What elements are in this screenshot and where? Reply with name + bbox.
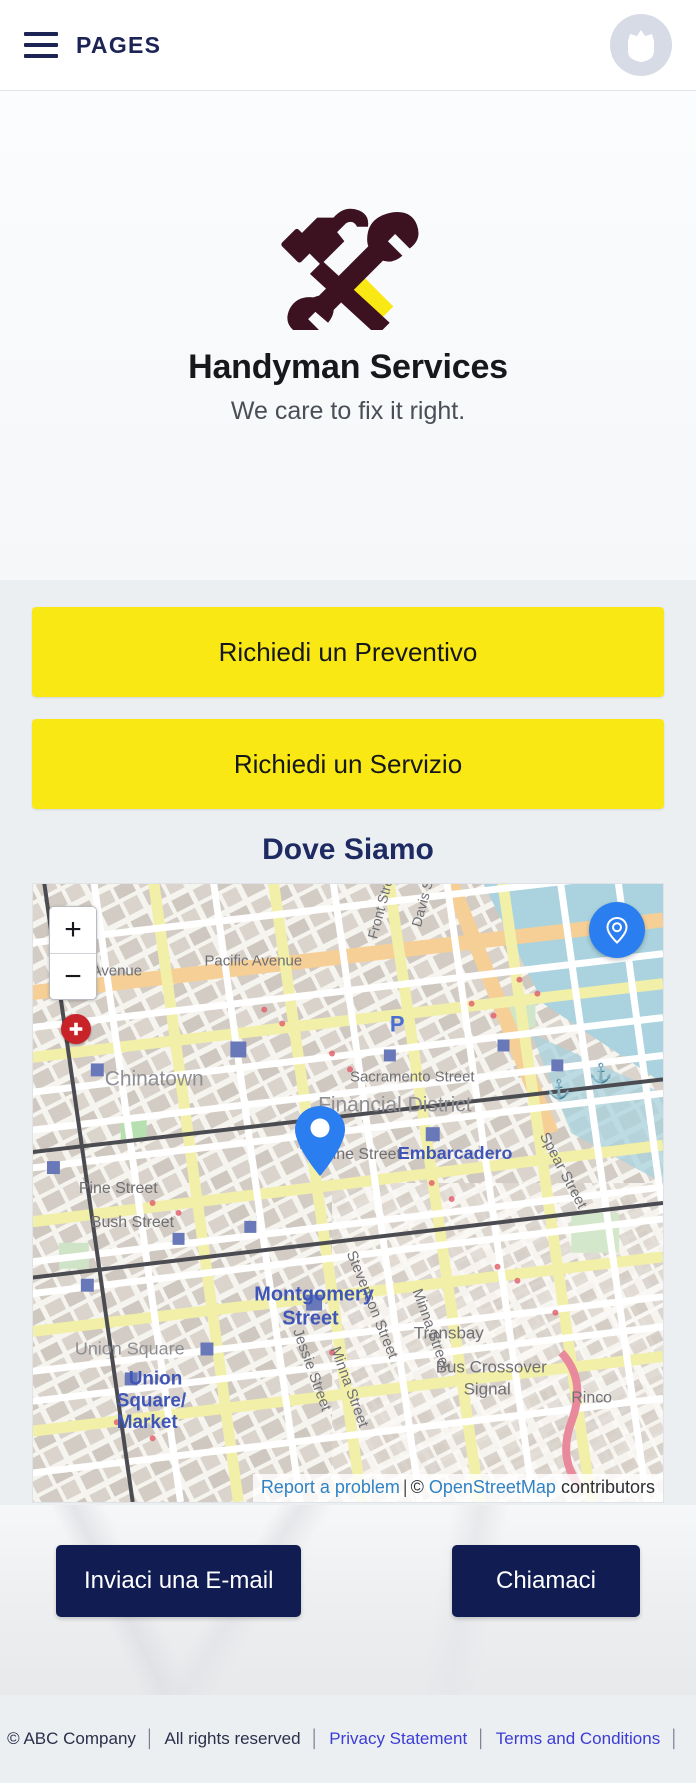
svg-text:Bush Street: Bush Street	[91, 1214, 175, 1231]
svg-text:Pine Street: Pine Street	[79, 1180, 158, 1197]
hero-subtitle: We care to fix it right.	[230, 397, 466, 425]
attribution-suffix: contributors	[560, 1477, 655, 1497]
svg-text:Montgomery: Montgomery	[254, 1284, 374, 1306]
svg-text:⚓: ⚓	[589, 1061, 613, 1084]
footer-copyright: © ABC Company	[7, 1729, 136, 1748]
svg-text:Sacramento Street: Sacramento Street	[350, 1068, 475, 1085]
contact-buttons-row: Inviaci una E-mail Chiamaci	[0, 1505, 696, 1617]
svg-text:Rinco: Rinco	[571, 1389, 612, 1406]
map-tiles[interactable]: P ⚓ ⚓ Pacific Avenue k Avenue Sacramento…	[33, 884, 663, 1502]
send-email-button[interactable]: Inviaci una E-mail	[56, 1545, 302, 1617]
svg-text:Chinatown: Chinatown	[105, 1067, 204, 1090]
request-quote-button[interactable]: Richiedi un Preventivo	[32, 607, 664, 697]
privacy-statement-link[interactable]: Privacy Statement	[329, 1729, 467, 1749]
mobile-page: PAGES Handyman Services We care to fix i…	[0, 0, 696, 1783]
plus-circle-marker-icon[interactable]	[61, 1014, 91, 1044]
plus-icon[interactable]: +	[50, 907, 96, 953]
footer-separator-2: │	[309, 1729, 321, 1748]
hamburger-menu-icon[interactable]	[24, 32, 58, 58]
svg-text:Signal: Signal	[464, 1379, 511, 1398]
svg-text:Pacific Avenue: Pacific Avenue	[204, 953, 302, 970]
svg-text:Street: Street	[282, 1308, 339, 1330]
page-title: Handyman Services	[188, 348, 508, 386]
user-avatar-icon[interactable]	[610, 14, 672, 76]
footer-separator-4: │	[669, 1729, 680, 1748]
svg-text:Embarcadero: Embarcadero	[398, 1143, 513, 1163]
attribution-separator: |	[402, 1477, 408, 1497]
svg-text:Square/: Square/	[117, 1390, 187, 1411]
report-problem-link[interactable]: Report a problem	[261, 1477, 400, 1497]
footer-separator-1: │	[144, 1729, 156, 1748]
header-left-group: PAGES	[24, 32, 161, 59]
hammer-wrench-logo-icon	[253, 185, 443, 330]
location-pin-icon[interactable]	[291, 1104, 349, 1178]
footer-rights: All rights reserved	[164, 1729, 301, 1748]
svg-text:Market: Market	[117, 1412, 179, 1433]
svg-text:P: P	[390, 1012, 405, 1037]
attribution-copyright: ©	[410, 1477, 424, 1497]
contact-section: Inviaci una E-mail Chiamaci	[0, 1505, 696, 1695]
location-map[interactable]: P ⚓ ⚓ Pacific Avenue k Avenue Sacramento…	[32, 883, 664, 1503]
terms-conditions-link[interactable]: Terms and Conditions	[496, 1729, 660, 1749]
call-us-button[interactable]: Chiamaci	[452, 1545, 640, 1617]
pages-label: PAGES	[76, 31, 162, 58]
map-zoom-controls[interactable]: + −	[49, 906, 97, 1000]
svg-text:⚓: ⚓	[547, 1077, 571, 1100]
page-footer: © ABC Company │ All rights reserved │ Pr…	[0, 1695, 696, 1783]
request-service-button[interactable]: Richiedi un Servizio	[32, 719, 664, 809]
openstreetmap-link[interactable]: OpenStreetMap	[429, 1477, 556, 1497]
svg-text:Union: Union	[129, 1368, 183, 1389]
app-header: PAGES	[0, 0, 696, 91]
hero-section: Handyman Services We care to fix it righ…	[0, 91, 696, 580]
footer-links-row: © ABC Company │ All rights reserved │ Pr…	[7, 1729, 689, 1749]
map-pin-circle-icon[interactable]	[589, 902, 645, 958]
svg-text:Union Square: Union Square	[75, 1338, 185, 1358]
footer-separator-3: │	[476, 1729, 487, 1748]
location-section-title: Dove Siamo	[262, 833, 434, 866]
map-attribution: Report a problem | © OpenStreetMap contrib…	[252, 1474, 663, 1502]
minus-icon[interactable]: −	[50, 953, 96, 999]
